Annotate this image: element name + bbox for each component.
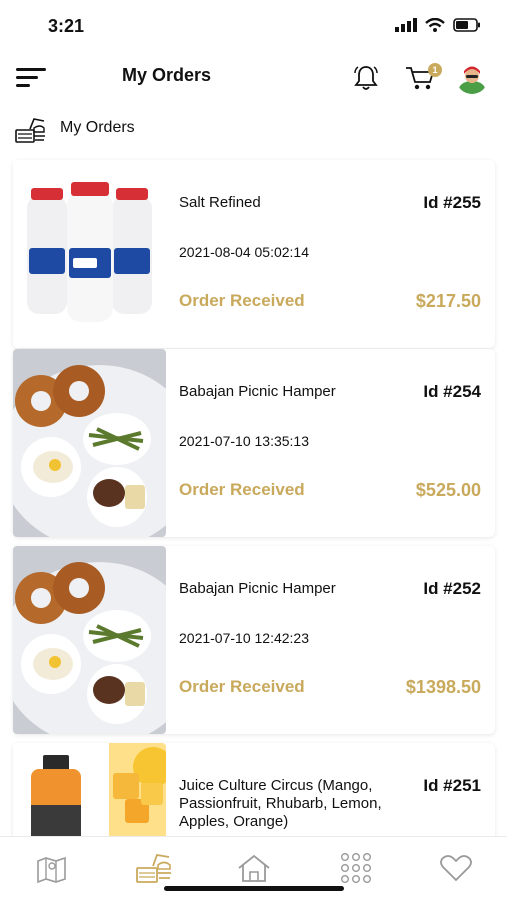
- order-name: Babajan Picnic Hamper: [179, 580, 336, 597]
- categories-icon[interactable]: [336, 851, 376, 885]
- section-label: My Orders: [60, 119, 135, 136]
- order-id: Id #254: [423, 382, 481, 401]
- orders-icon[interactable]: [134, 851, 174, 885]
- order-date: 2021-07-10 13:35:13: [179, 433, 309, 449]
- order-status: Order Received: [179, 291, 305, 310]
- orders-list[interactable]: Salt Refined Id #255 2021-08-04 05:02:14…: [0, 150, 507, 836]
- menu-icon[interactable]: [16, 68, 46, 88]
- section-heading: My Orders: [0, 110, 507, 146]
- map-icon[interactable]: [32, 851, 72, 885]
- home-indicator: [164, 886, 344, 891]
- order-image: [13, 160, 166, 348]
- order-card[interactable]: Babajan Picnic Hamper Id #254 2021-07-10…: [13, 349, 495, 537]
- page-title: My Orders: [122, 65, 212, 85]
- wifi-icon: [425, 18, 445, 32]
- order-date: 2021-08-04 05:02:14: [179, 244, 309, 260]
- status-icons: [395, 18, 481, 32]
- order-card[interactable]: Babajan Picnic Hamper Id #252 2021-07-10…: [13, 546, 495, 734]
- order-card[interactable]: Juice Culture Circus (Mango, Passionfrui…: [13, 743, 495, 836]
- order-image: [13, 349, 166, 537]
- cart-badge: 1: [428, 63, 442, 77]
- home-icon[interactable]: [234, 851, 274, 885]
- cart-button[interactable]: 1: [404, 63, 442, 92]
- signal-icon: [395, 18, 417, 32]
- avatar[interactable]: [456, 62, 488, 94]
- order-status: Order Received: [179, 480, 305, 499]
- battery-icon: [453, 18, 480, 32]
- order-price: $1398.50: [405, 677, 481, 697]
- order-id: Id #252: [423, 579, 481, 598]
- bell-icon[interactable]: [352, 64, 380, 92]
- order-price: $525.00: [415, 480, 481, 500]
- order-image: [13, 546, 166, 734]
- heart-icon[interactable]: [436, 851, 476, 885]
- order-date: 2021-07-10 12:42:23: [179, 630, 309, 646]
- status-time: 3:21: [48, 16, 85, 36]
- order-price: $217.50: [415, 291, 481, 311]
- order-card[interactable]: Salt Refined Id #255 2021-08-04 05:02:14…: [13, 160, 495, 348]
- order-name: Salt Refined: [179, 194, 261, 211]
- status-bar: 3:21: [0, 0, 507, 52]
- order-name: Babajan Picnic Hamper: [179, 383, 336, 400]
- order-id: Id #255: [423, 193, 481, 212]
- order-image: [13, 743, 166, 836]
- order-id: Id #251: [423, 776, 481, 795]
- order-status: Order Received: [179, 677, 305, 696]
- app-header: My Orders 1: [0, 52, 507, 102]
- order-name: Juice Culture Circus (Mango, Passionfrui…: [179, 777, 382, 830]
- food-orders-icon: [15, 118, 45, 143]
